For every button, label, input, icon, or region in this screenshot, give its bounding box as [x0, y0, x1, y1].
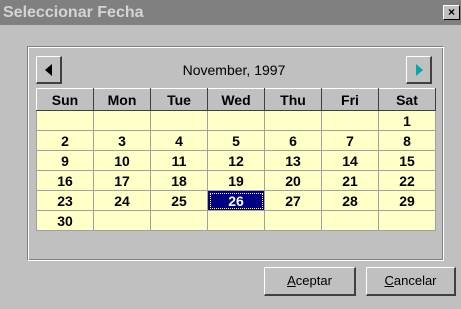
next-month-button[interactable] — [406, 56, 432, 84]
day-cell[interactable]: 27 — [264, 190, 322, 211]
calendar-grid: Sun Mon Tue Wed Thu Fri Sat 1 2 3 4 5 6 7 8 9 10 1… — [36, 88, 436, 231]
day-cell[interactable]: 14 — [321, 150, 379, 171]
day-cell[interactable]: 3 — [93, 130, 151, 151]
day-cell[interactable]: 13 — [264, 150, 322, 171]
empty-day-cell — [150, 110, 208, 131]
day-cell[interactable]: 24 — [93, 190, 151, 211]
day-cell[interactable]: 8 — [378, 130, 436, 151]
empty-day-cell — [264, 110, 322, 131]
calendar-week-row: 1 — [36, 110, 436, 131]
empty-day-cell — [207, 210, 265, 231]
month-navigation: November, 1997 — [36, 56, 432, 85]
select-date-dialog: Seleccionar Fecha × November, 1997 Sun M… — [0, 0, 461, 309]
day-cell[interactable]: 30 — [36, 210, 94, 231]
cancel-mnemonic: C — [384, 273, 394, 288]
weekday-header: Sun — [36, 88, 94, 111]
weekday-header-row: Sun Mon Tue Wed Thu Fri Sat — [36, 88, 436, 111]
empty-day-cell — [264, 210, 322, 231]
weekday-header: Mon — [93, 88, 151, 111]
day-cell[interactable]: 18 — [150, 170, 208, 191]
day-cell-selected[interactable]: 26 — [207, 190, 265, 211]
day-cell[interactable]: 4 — [150, 130, 208, 151]
arrow-right-icon — [416, 64, 423, 76]
day-cell[interactable]: 2 — [36, 130, 94, 151]
calendar-week-row: 9 10 11 12 13 14 15 — [36, 150, 436, 171]
day-cell[interactable]: 29 — [378, 190, 436, 211]
day-cell[interactable]: 23 — [36, 190, 94, 211]
calendar-week-row: 2345678 — [36, 130, 436, 151]
title-bar[interactable]: Seleccionar Fecha × — [0, 0, 461, 25]
weekday-header: Wed — [207, 88, 265, 111]
accept-mnemonic: A — [287, 273, 296, 288]
cancel-button[interactable]: Cancelar — [366, 267, 456, 296]
day-cell[interactable]: 6 — [264, 130, 322, 151]
day-cell[interactable]: 28 — [321, 190, 379, 211]
day-cell[interactable]: 22 — [378, 170, 436, 191]
day-cell[interactable]: 1 — [378, 110, 436, 131]
cancel-label-rest: ancelar — [393, 273, 437, 288]
empty-day-cell — [93, 110, 151, 131]
day-cell[interactable]: 25 — [150, 190, 208, 211]
accept-button[interactable]: Aceptar — [264, 267, 356, 296]
month-year-label: November, 1997 — [182, 62, 286, 78]
day-cell[interactable]: 17 — [93, 170, 151, 191]
empty-day-cell — [93, 210, 151, 231]
day-cell[interactable]: 15 — [378, 150, 436, 171]
day-cell[interactable]: 5 — [207, 130, 265, 151]
day-cell[interactable]: 11 — [150, 150, 208, 171]
calendar-week-row: 30 — [36, 210, 436, 231]
calendar-week-row: 16 17 18 19 20 21 22 — [36, 170, 436, 191]
close-button[interactable]: × — [443, 5, 460, 20]
empty-day-cell — [321, 210, 379, 231]
weekday-header: Tue — [150, 88, 208, 111]
empty-day-cell — [150, 210, 208, 231]
day-cell[interactable]: 7 — [321, 130, 379, 151]
accept-label-rest: ceptar — [295, 273, 332, 288]
day-cell[interactable]: 20 — [264, 170, 322, 191]
empty-day-cell — [207, 110, 265, 131]
day-cell[interactable]: 21 — [321, 170, 379, 191]
arrow-left-icon — [45, 64, 52, 76]
day-cell[interactable]: 12 — [207, 150, 265, 171]
empty-day-cell — [378, 210, 436, 231]
weekday-header: Thu — [264, 88, 322, 111]
day-cell[interactable]: 10 — [93, 150, 151, 171]
calendar-week-row: 23 24 25 26 27 28 29 — [36, 190, 436, 211]
weekday-header: Fri — [321, 88, 379, 111]
previous-month-button[interactable] — [36, 56, 62, 84]
close-icon: × — [447, 5, 455, 19]
window-title: Seleccionar Fecha — [3, 4, 144, 21]
day-cell[interactable]: 19 — [207, 170, 265, 191]
weekday-header: Sat — [378, 88, 436, 111]
empty-day-cell — [321, 110, 379, 131]
empty-day-cell — [36, 110, 94, 131]
day-cell[interactable]: 9 — [36, 150, 94, 171]
day-cell[interactable]: 16 — [36, 170, 94, 191]
